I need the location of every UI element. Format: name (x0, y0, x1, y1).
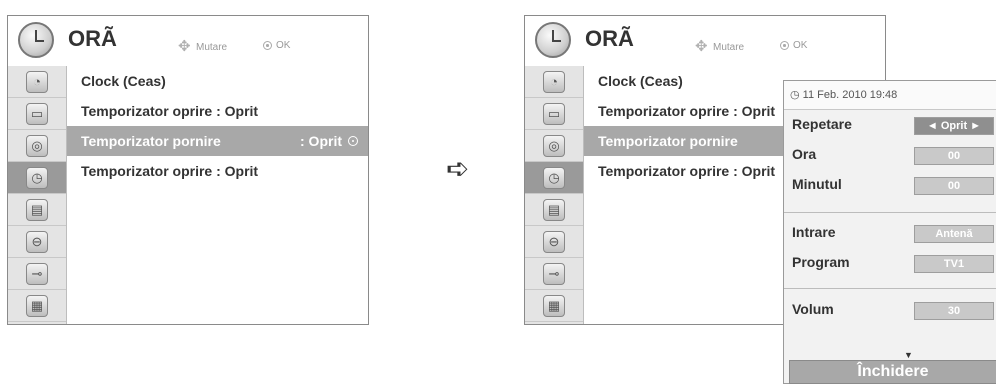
menu-item-value: : Oprit (300, 133, 342, 149)
transition-arrow-icon: ➪ (446, 153, 470, 184)
category-time[interactable]: ◷ (525, 162, 583, 194)
repeat-label: Repetare (792, 116, 852, 132)
category-setup[interactable]: ◔ (8, 66, 66, 98)
input-label: Intrare (792, 224, 836, 240)
move-hint: Mutare (695, 37, 745, 55)
category-icon-bar: ◔ ▭ ◎ ◷ ▤ ⊖ ⊸ ▦ (525, 66, 584, 324)
category-audio[interactable]: ◎ (525, 130, 583, 162)
ok-button-icon (780, 41, 789, 50)
move-hint-label: Mutare (713, 41, 745, 53)
menu-header: ORÃ Mutare OK (8, 16, 368, 66)
on-timer-popup: ◷ 11 Feb. 2010 19:48 Repetare ◄ Oprit ► … (783, 80, 996, 384)
popup-header: ◷ 11 Feb. 2010 19:48 (784, 81, 996, 110)
divider (784, 288, 996, 289)
ok-hint: OK (780, 40, 807, 51)
ok-hint: OK (263, 40, 290, 51)
navigation-arrows-icon (695, 37, 709, 55)
menu-item-on-timer[interactable]: Temporizator pornire : Oprit (67, 126, 368, 156)
satellite-icon: ◔ (543, 70, 565, 93)
category-picture[interactable]: ▭ (8, 98, 66, 130)
minute-label: Minutul (792, 176, 842, 192)
volume-label: Volum (792, 301, 834, 317)
program-label: Program (792, 254, 850, 270)
monitor-icon: ▭ (26, 102, 48, 125)
category-icon-bar: ◔ ▭ ◎ ◷ ▤ ⊖ ⊸ ▦ (8, 66, 67, 324)
timer-menu-panel: ORÃ Mutare OK ◔ ▭ ◎ ◷ ▤ ⊖ ⊸ ▦ Clock (Cea… (7, 15, 369, 325)
input-plug-icon: ⊸ (543, 262, 565, 285)
current-datetime: 11 Feb. 2010 19:48 (802, 89, 898, 101)
minute-field[interactable]: 00 (914, 177, 994, 195)
input-row: Intrare Antenă (792, 221, 996, 245)
category-picture[interactable]: ▭ (525, 98, 583, 130)
category-usb[interactable]: ▦ (8, 290, 66, 322)
briefcase-icon: ▤ (543, 198, 565, 221)
menu-item-label: Temporizator oprire : Oprit (598, 103, 776, 119)
clock-small-icon: ◷ (790, 89, 800, 101)
move-hint: Mutare (178, 37, 228, 55)
input-field[interactable]: Antenă (914, 225, 994, 243)
menu-item-label: Temporizator oprire : Oprit (81, 103, 259, 119)
repeat-row: Repetare ◄ Oprit ► (792, 113, 996, 137)
speaker-icon: ◎ (543, 134, 565, 157)
menu-item-label: Temporizator oprire : Oprit (598, 163, 776, 179)
category-lock[interactable]: ⊖ (525, 226, 583, 258)
category-audio[interactable]: ◎ (8, 130, 66, 162)
program-row: Program TV1 (792, 251, 996, 275)
category-options[interactable]: ▤ (525, 194, 583, 226)
ok-hint-label: OK (276, 40, 291, 51)
menu-item-sleep-timer[interactable]: Temporizator oprire : Oprit (67, 156, 368, 186)
menu-item-clock[interactable]: Clock (Ceas) (67, 66, 368, 96)
hour-label: Ora (792, 146, 817, 162)
navigation-arrows-icon (178, 37, 192, 55)
minute-row: Minutul 00 (792, 173, 996, 197)
monitor-icon: ▭ (543, 102, 565, 125)
category-setup[interactable]: ◔ (525, 66, 583, 98)
lock-icon: ⊖ (543, 230, 565, 253)
clock-icon: ◷ (543, 166, 565, 189)
divider (784, 212, 996, 213)
scroll-down-icon[interactable]: ▼ (904, 350, 913, 360)
category-lock[interactable]: ⊖ (8, 226, 66, 258)
menu-title: ORÃ (585, 26, 634, 51)
lock-icon: ⊖ (26, 230, 48, 253)
briefcase-icon: ▤ (26, 198, 48, 221)
satellite-icon: ◔ (26, 70, 48, 93)
ok-button-icon (348, 136, 358, 146)
clock-icon (18, 22, 54, 58)
menu-item-label: Temporizator oprire : Oprit (81, 163, 259, 179)
menu-item-label: Temporizator pornire (81, 133, 221, 149)
menu-item-label: Temporizator pornire (598, 133, 738, 149)
menu-title: ORÃ (68, 26, 117, 51)
category-usb[interactable]: ▦ (525, 290, 583, 322)
menu-item-label: Clock (Ceas) (81, 73, 166, 89)
move-hint-label: Mutare (196, 41, 228, 53)
menu-item-off-timer[interactable]: Temporizator oprire : Oprit (67, 96, 368, 126)
hour-row: Ora 00 (792, 143, 996, 167)
program-field[interactable]: TV1 (914, 255, 994, 273)
menu-items: Clock (Ceas) Temporizator oprire : Oprit… (67, 66, 368, 324)
close-button[interactable]: Închidere (789, 360, 996, 384)
repeat-selector[interactable]: ◄ Oprit ► (914, 117, 994, 135)
category-options[interactable]: ▤ (8, 194, 66, 226)
menu-item-label: Clock (Ceas) (598, 73, 683, 89)
clapperboard-icon: ▦ (26, 294, 48, 317)
volume-field[interactable]: 30 (914, 302, 994, 320)
ok-hint-label: OK (793, 40, 808, 51)
category-input[interactable]: ⊸ (525, 258, 583, 290)
menu-header: ORÃ Mutare OK (525, 16, 885, 66)
hour-field[interactable]: 00 (914, 147, 994, 165)
category-time[interactable]: ◷ (8, 162, 66, 194)
speaker-icon: ◎ (26, 134, 48, 157)
input-plug-icon: ⊸ (26, 262, 48, 285)
ok-button-icon (263, 41, 272, 50)
clock-icon: ◷ (26, 166, 48, 189)
clock-icon (535, 22, 571, 58)
volume-row: Volum 30 (792, 298, 996, 322)
clapperboard-icon: ▦ (543, 294, 565, 317)
category-input[interactable]: ⊸ (8, 258, 66, 290)
